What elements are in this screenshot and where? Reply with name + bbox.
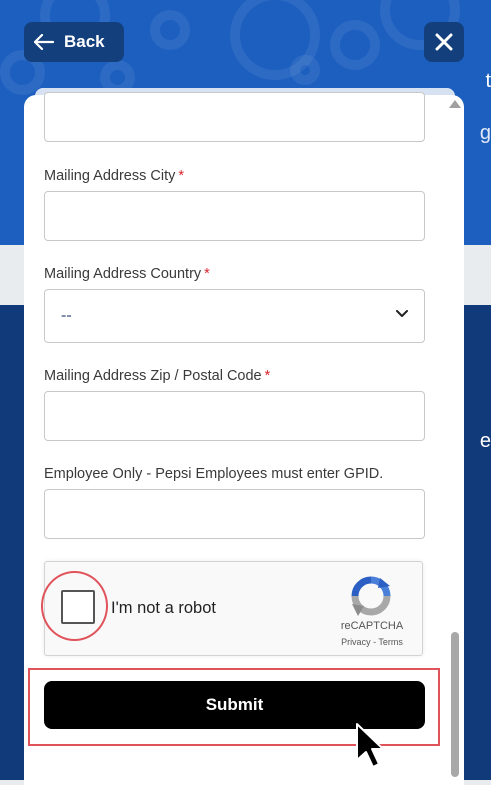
country-selected-value: -- <box>61 307 72 324</box>
previous-address-field[interactable] <box>44 92 425 142</box>
recaptcha-logo-icon <box>351 576 391 616</box>
recaptcha-links: Privacy - Terms <box>322 637 422 647</box>
privacy-link[interactable]: Privacy <box>341 637 371 647</box>
recaptcha-brand: reCAPTCHA <box>340 620 404 632</box>
terms-link[interactable]: Terms <box>378 637 403 647</box>
chevron-down-icon <box>396 310 408 317</box>
mailing-zip-input[interactable] <box>44 391 425 441</box>
back-button[interactable]: Back <box>24 22 124 62</box>
mailing-city-input[interactable] <box>44 191 425 241</box>
mouse-cursor-icon <box>356 723 384 768</box>
field-label-country: Mailing Address Country * <box>44 266 210 282</box>
back-button-label: Back <box>64 32 105 51</box>
close-button[interactable] <box>424 22 464 62</box>
background-text-fragment: e <box>479 430 491 452</box>
recaptcha-label: I'm not a robot <box>111 599 216 617</box>
field-label-city: Mailing Address City * <box>44 168 185 184</box>
required-mark: * <box>264 368 271 384</box>
highlight-circle <box>41 571 108 641</box>
close-icon <box>435 33 453 51</box>
scroll-up-arrow-icon[interactable] <box>449 100 461 108</box>
field-label-zip: Mailing Address Zip / Postal Code * <box>44 368 271 384</box>
required-mark: * <box>204 266 210 282</box>
background-text-fragment: g <box>479 122 491 144</box>
required-mark: * <box>178 168 185 184</box>
field-label-gpid: Employee Only - Pepsi Employees must ent… <box>44 466 384 482</box>
background-text-fragment: t <box>485 70 491 92</box>
mailing-country-select[interactable]: -- <box>44 289 425 343</box>
employee-gpid-input[interactable] <box>44 489 425 539</box>
arrow-left-icon <box>34 34 54 50</box>
scrollbar-thumb[interactable] <box>451 632 459 777</box>
